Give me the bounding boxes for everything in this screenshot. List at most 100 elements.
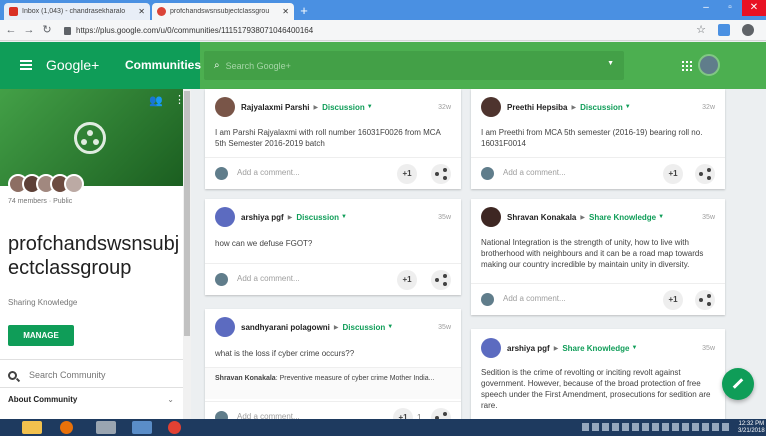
- back-icon[interactable]: ←: [4, 23, 18, 37]
- add-comment-input[interactable]: Add a comment...: [503, 294, 566, 303]
- minimize-icon[interactable]: –: [694, 0, 718, 16]
- add-comment-input[interactable]: Add a comment...: [503, 168, 566, 177]
- forward-icon[interactable]: →: [22, 23, 36, 37]
- profile-icon[interactable]: [742, 24, 754, 36]
- avatar: [64, 174, 84, 194]
- close-icon[interactable]: ✕: [138, 7, 145, 16]
- browser-tab-community[interactable]: profchandswsnsubjectclassgrou ✕: [152, 3, 294, 20]
- post-time[interactable]: 32w: [438, 104, 451, 111]
- brand-logo[interactable]: Google+: [46, 57, 99, 73]
- post-author[interactable]: sandhyarani polagowni: [241, 323, 330, 332]
- post-category[interactable]: Share Knowledge: [589, 213, 656, 222]
- avatar: [481, 293, 494, 306]
- plus-one-button[interactable]: +1: [397, 164, 417, 184]
- post-header: sandhyarani polagowni ▶ Discussion ▼ 35w: [215, 317, 451, 337]
- member-avatars[interactable]: [8, 174, 84, 196]
- avatar: [215, 167, 228, 180]
- post-time[interactable]: 35w: [702, 345, 715, 352]
- plus-one-button[interactable]: +1: [663, 164, 683, 184]
- post-time[interactable]: 35w: [702, 214, 715, 221]
- post-header: arshiya pgf ▶ Discussion ▼ 35w: [215, 207, 451, 227]
- avatar[interactable]: [215, 207, 235, 227]
- tab-title: Inbox (1,043) - chandrasekharalo: [22, 8, 126, 15]
- reload-icon[interactable]: ↻: [40, 23, 54, 37]
- post-category[interactable]: Discussion: [296, 213, 339, 222]
- firefox-icon[interactable]: [60, 421, 73, 434]
- maximize-icon[interactable]: ▫: [718, 0, 742, 16]
- post-footer: Add a comment... +1: [471, 283, 725, 315]
- search-input[interactable]: [225, 60, 586, 71]
- post-category[interactable]: Discussion: [343, 323, 386, 332]
- post-author[interactable]: Rajyalaxmi Parshi: [241, 103, 309, 112]
- avatar[interactable]: [481, 207, 501, 227]
- manage-button[interactable]: MANAGE: [8, 325, 74, 346]
- post-card: arshiya pgf ▶ Share Knowledge ▼ 35w Sedi…: [471, 329, 725, 429]
- avatar[interactable]: [481, 338, 501, 358]
- search-icon: [8, 370, 17, 380]
- app-icon[interactable]: [132, 421, 152, 434]
- avatar[interactable]: [215, 97, 235, 117]
- clock[interactable]: 12:32 PM 3/21/2018: [738, 421, 765, 435]
- menu-icon[interactable]: [20, 60, 32, 70]
- search-community-input[interactable]: [29, 370, 169, 380]
- chrome-icon[interactable]: [168, 421, 181, 434]
- share-icon[interactable]: [431, 164, 451, 184]
- add-member-icon[interactable]: 👥: [149, 94, 163, 107]
- arrow-right-icon: ▶: [571, 104, 577, 111]
- community-logo-icon: [74, 122, 106, 154]
- plus-one-button[interactable]: +1: [663, 290, 683, 310]
- post-category[interactable]: Share Knowledge: [562, 344, 629, 353]
- tab-title: profchandswsnsubjectclassgrou: [170, 8, 270, 15]
- post-category[interactable]: Discussion: [322, 103, 365, 112]
- add-comment-input[interactable]: Add a comment...: [237, 274, 300, 283]
- post-time[interactable]: 35w: [438, 214, 451, 221]
- post-footer: Add a comment... +1: [205, 263, 461, 295]
- compose-post-button[interactable]: [722, 368, 754, 400]
- arrow-right-icon: ▶: [287, 214, 293, 221]
- post-time[interactable]: 35w: [438, 324, 451, 331]
- post-time[interactable]: 32w: [702, 104, 715, 111]
- system-tray[interactable]: [582, 423, 732, 432]
- comment-author[interactable]: Shravan Konakala: [215, 375, 276, 382]
- avatar[interactable]: [215, 317, 235, 337]
- url-field[interactable]: https://plus.google.com/u/0/communities/…: [64, 23, 684, 38]
- community-panel: 👥 ⋮ 74 members · Public profchandswsnsub…: [0, 89, 183, 419]
- post-author[interactable]: arshiya pgf: [241, 213, 284, 222]
- share-icon[interactable]: [695, 164, 715, 184]
- plus-one-button[interactable]: +1: [397, 270, 417, 290]
- extension-icon[interactable]: [718, 24, 730, 36]
- post-text: I am Parshi Rajyalaxmi with roll number …: [215, 128, 441, 148]
- arrow-right-icon: ▶: [580, 214, 585, 221]
- scrollbar-thumb[interactable]: [184, 91, 190, 336]
- search-bar[interactable]: ⌕ ▼: [204, 51, 624, 80]
- more-vert-icon[interactable]: ⋮: [174, 93, 183, 106]
- app-icon[interactable]: [96, 421, 116, 434]
- post-author[interactable]: Shravan Konakala: [507, 213, 576, 222]
- share-icon[interactable]: [431, 270, 451, 290]
- post-category[interactable]: Discussion: [580, 103, 623, 112]
- comment-preview[interactable]: Shravan Konakala: Preventive measure of …: [205, 367, 461, 399]
- post-author[interactable]: arshiya pgf: [507, 344, 550, 353]
- post-header: Rajyalaxmi Parshi ▶ Discussion ▼ 32w: [215, 97, 451, 117]
- clock-time: 12:32 PM: [738, 421, 765, 427]
- scrollbar[interactable]: [183, 89, 191, 419]
- avatar[interactable]: [481, 97, 501, 117]
- arrow-right-icon: ▶: [333, 324, 339, 331]
- add-comment-input[interactable]: Add a comment...: [237, 168, 300, 177]
- avatar[interactable]: [698, 54, 720, 76]
- section-title: Communities: [125, 58, 202, 72]
- search-community[interactable]: [8, 370, 178, 380]
- share-icon[interactable]: [695, 290, 715, 310]
- new-tab-button[interactable]: +: [296, 3, 312, 18]
- post-footer: Add a comment... +1: [205, 157, 461, 189]
- apps-grid-icon[interactable]: [682, 61, 692, 71]
- bookmark-star-icon[interactable]: ☆: [694, 23, 708, 37]
- browser-tab-inbox[interactable]: Inbox (1,043) - chandrasekharalo ✕: [4, 3, 150, 20]
- file-explorer-icon[interactable]: [22, 421, 42, 434]
- close-icon[interactable]: ✕: [282, 7, 289, 16]
- about-community-toggle[interactable]: About Community ⌄: [8, 395, 174, 404]
- close-window-icon[interactable]: ✕: [742, 0, 766, 16]
- post-author[interactable]: Preethi Hepsiba: [507, 103, 567, 112]
- arrow-right-icon: ▶: [553, 345, 559, 352]
- chevron-down-icon[interactable]: ▼: [607, 60, 614, 67]
